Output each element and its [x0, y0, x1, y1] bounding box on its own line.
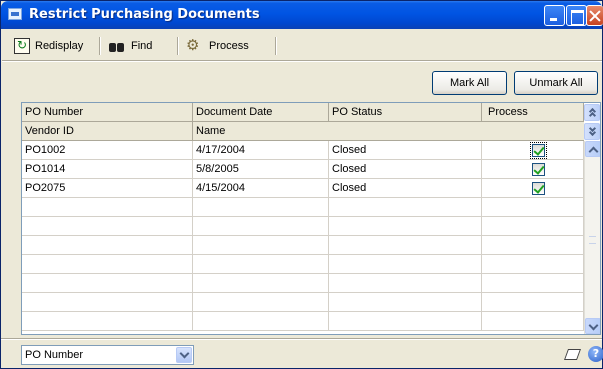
redisplay-label: Redisplay [35, 40, 84, 52]
empty-row[interactable] [22, 255, 584, 274]
process-checkbox[interactable] [532, 182, 545, 195]
toolbar: Redisplay Find Process [4, 34, 600, 58]
po-status-cell: Closed [329, 179, 482, 198]
empty-row[interactable] [22, 236, 584, 255]
empty-cell [22, 312, 193, 331]
empty-row[interactable] [22, 274, 584, 293]
toolbar-divider [2, 60, 602, 62]
empty-cell[interactable] [482, 198, 584, 217]
empty-cell [193, 312, 329, 331]
empty-cell[interactable] [482, 293, 584, 312]
po-number-cell: PO2075 [22, 179, 193, 198]
empty-cell [329, 312, 482, 331]
empty-cell [193, 198, 329, 217]
header-document-date[interactable]: Document Date [193, 103, 329, 122]
empty-cell[interactable] [482, 217, 584, 236]
collapse-rows-button[interactable] [584, 104, 600, 121]
empty-cell [22, 293, 193, 312]
scroll-up-button[interactable] [585, 141, 600, 157]
po-number-cell: PO1002 [22, 141, 193, 160]
empty-cell [22, 217, 193, 236]
status-divider [1, 338, 602, 340]
empty-row[interactable] [22, 198, 584, 217]
documents-grid: PO Number Document Date PO Status Proces… [21, 102, 601, 335]
empty-cell[interactable] [482, 274, 584, 293]
find-button[interactable]: Find [108, 36, 152, 56]
empty-cell [22, 236, 193, 255]
window-title: Restrict Purchasing Documents [29, 7, 260, 22]
header-po-number[interactable]: PO Number [22, 103, 193, 122]
scroll-down-button[interactable] [585, 318, 600, 334]
find-label: Find [131, 40, 153, 52]
empty-cell[interactable] [482, 255, 584, 274]
empty-row[interactable] [22, 312, 584, 331]
empty-cell [329, 236, 482, 255]
empty-cell [329, 198, 482, 217]
empty-cell [22, 274, 193, 293]
table-row[interactable]: PO2075 4/15/2004 Closed [22, 179, 584, 198]
unmark-all-button[interactable]: Unmark All [514, 71, 598, 95]
process-cell[interactable] [482, 179, 584, 198]
process-button[interactable]: Process [186, 36, 249, 56]
close-button[interactable] [586, 5, 603, 26]
binoculars-icon [108, 39, 126, 53]
toolbar-separator [177, 37, 179, 55]
help-icon[interactable]: ? [588, 346, 603, 362]
empty-cell [193, 293, 329, 312]
redisplay-button[interactable]: Redisplay [14, 36, 83, 56]
window-icon [8, 8, 22, 20]
empty-cell [329, 274, 482, 293]
document-date-cell: 4/17/2004 [193, 141, 329, 160]
scrollbar-grip [589, 236, 596, 244]
empty-row[interactable] [22, 293, 584, 312]
restrict-purchasing-documents-window: Restrict Purchasing Documents Redisplay … [0, 0, 603, 369]
vertical-scrollbar[interactable] [584, 141, 600, 334]
process-checkbox[interactable] [530, 142, 547, 159]
table-row[interactable]: PO1014 5/8/2005 Closed [22, 160, 584, 179]
header-po-status[interactable]: PO Status [329, 103, 482, 122]
empty-cell [329, 217, 482, 236]
empty-cell [22, 198, 193, 217]
mark-all-button[interactable]: Mark All [432, 71, 507, 95]
expand-rows-button[interactable] [584, 123, 600, 140]
document-date-cell: 5/8/2005 [193, 160, 329, 179]
process-checkbox[interactable] [532, 163, 545, 176]
table-row[interactable]: PO1002 4/17/2004 Closed [22, 141, 584, 160]
redisplay-icon [14, 38, 30, 54]
grid-header-row-2: Vendor ID Name [22, 122, 584, 141]
grid-header-row: PO Number Document Date PO Status Proces… [22, 103, 584, 122]
header-vendor-id[interactable]: Vendor ID [22, 122, 193, 141]
empty-cell [193, 236, 329, 255]
process-cell[interactable] [482, 160, 584, 179]
empty-cell [22, 255, 193, 274]
gears-icon [186, 36, 204, 54]
header-process[interactable]: Process [482, 103, 584, 122]
maximize-button[interactable] [566, 5, 587, 26]
toolbar-separator [275, 37, 277, 55]
po-number-cell: PO1014 [22, 160, 193, 179]
empty-cell [193, 217, 329, 236]
empty-cell [329, 293, 482, 312]
minimize-button[interactable] [544, 5, 565, 26]
po-status-cell: Closed [329, 141, 482, 160]
empty-cell [193, 255, 329, 274]
sort-by-dropdown[interactable]: PO Number [21, 345, 194, 365]
empty-row[interactable] [22, 217, 584, 236]
empty-cell [193, 274, 329, 293]
header-name[interactable]: Name [193, 122, 584, 141]
po-status-cell: Closed [329, 160, 482, 179]
toolbar-separator [99, 37, 101, 55]
title-bar[interactable]: Restrict Purchasing Documents [1, 1, 603, 29]
note-icon[interactable] [564, 347, 580, 361]
document-date-cell: 4/15/2004 [193, 179, 329, 198]
process-cell[interactable] [482, 141, 584, 160]
empty-cell[interactable] [482, 236, 584, 255]
process-label: Process [209, 40, 249, 52]
empty-cell [329, 255, 482, 274]
chevron-down-icon[interactable] [176, 347, 192, 363]
empty-cell[interactable] [482, 312, 584, 331]
sort-by-value: PO Number [25, 349, 84, 361]
